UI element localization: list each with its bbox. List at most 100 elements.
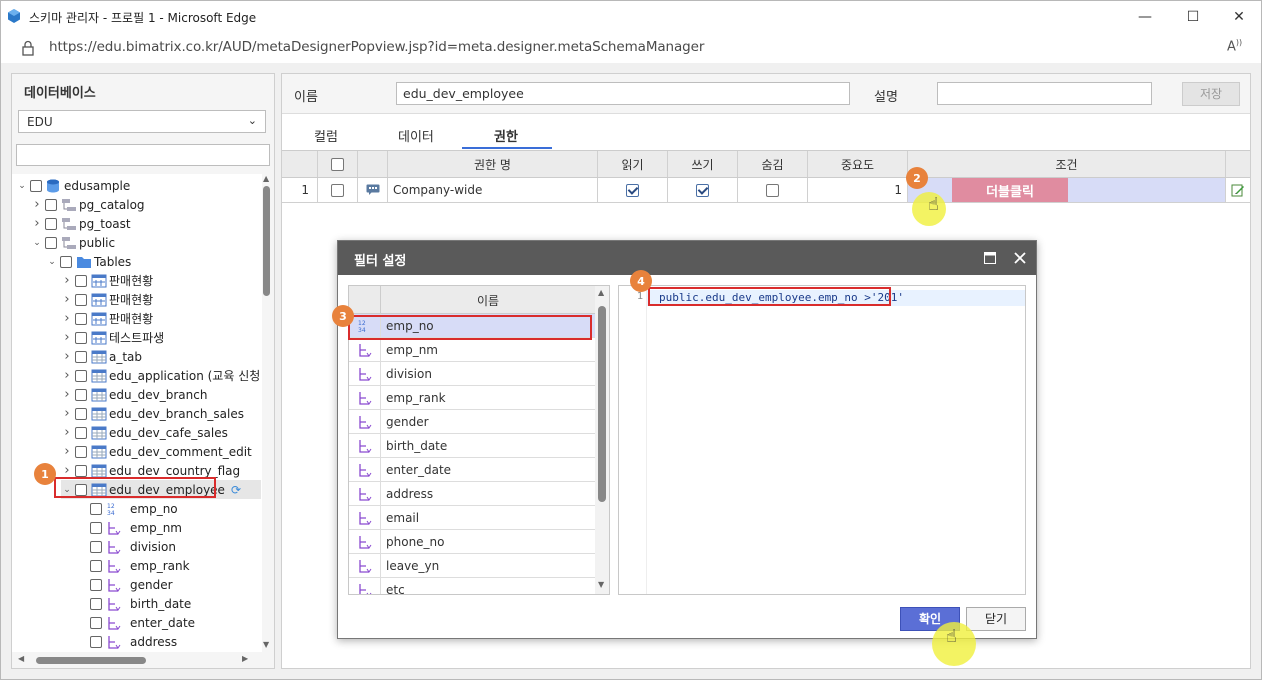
chevron-right-icon[interactable]: ›: [61, 311, 73, 326]
tree-node[interactable]: gender: [76, 575, 173, 594]
tree-node[interactable]: › edu_application (교육 신청: [61, 366, 260, 385]
list-scroll-up[interactable]: ▲: [598, 288, 604, 297]
tree-node[interactable]: emp_nm: [76, 518, 182, 537]
tree-checkbox[interactable]: [75, 293, 87, 306]
chevron-right-icon[interactable]: ›: [61, 387, 73, 402]
tree-checkbox[interactable]: [75, 312, 87, 325]
tree-checkbox[interactable]: [75, 426, 87, 439]
tree-search-input[interactable]: [16, 144, 270, 166]
address-bar[interactable]: https://edu.bimatrix.co.kr/AUD/metaDesig…: [1, 33, 1261, 63]
tree-checkbox[interactable]: [75, 388, 87, 401]
tab-columns[interactable]: 컬럼: [314, 126, 338, 145]
tree-node[interactable]: › edu_dev_cafe_sales: [61, 423, 227, 442]
tree-node[interactable]: › 판매현황: [61, 290, 153, 309]
scroll-up-arrow[interactable]: ▲: [263, 174, 269, 183]
list-scroll-down[interactable]: ▼: [598, 580, 604, 589]
list-scroll-thumb[interactable]: [598, 306, 606, 502]
tree-vertical-scrollbar[interactable]: ▲ ▼: [262, 174, 272, 652]
tree-checkbox[interactable]: [90, 635, 102, 648]
tree-checkbox[interactable]: [90, 502, 102, 515]
tree-node[interactable]: ⌄ Tables: [46, 252, 131, 271]
edit-icon[interactable]: [1231, 183, 1245, 197]
list-item[interactable]: email: [349, 506, 595, 530]
write-checkbox[interactable]: [696, 183, 709, 197]
tree-checkbox[interactable]: [75, 407, 87, 420]
close-icon[interactable]: [1014, 252, 1026, 264]
chevron-down-icon[interactable]: ⌄: [16, 181, 28, 191]
condition-cell[interactable]: 더블클릭: [908, 178, 1226, 202]
list-item[interactable]: birth_date: [349, 434, 595, 458]
hscroll-thumb[interactable]: [36, 657, 146, 664]
tree-node[interactable]: birth_date: [76, 594, 191, 613]
chevron-right-icon[interactable]: ›: [31, 197, 43, 212]
tree-node[interactable]: › pg_toast: [31, 214, 130, 233]
scroll-thumb[interactable]: [263, 186, 270, 296]
tree-checkbox[interactable]: [75, 369, 87, 382]
tree-checkbox[interactable]: [90, 597, 102, 610]
close-button[interactable]: 닫기: [966, 607, 1026, 631]
tree-node[interactable]: 12 34 emp_no: [76, 499, 178, 518]
chevron-right-icon[interactable]: ›: [31, 216, 43, 231]
tree-checkbox[interactable]: [30, 179, 42, 192]
tree-horizontal-scrollbar[interactable]: ◀ ▶: [16, 654, 262, 666]
refresh-icon[interactable]: ⟳: [231, 483, 241, 497]
tree-checkbox[interactable]: [90, 559, 102, 572]
comment-icon[interactable]: [366, 184, 380, 196]
description-input[interactable]: [937, 82, 1152, 105]
tree-node[interactable]: › 판매현황: [61, 309, 153, 328]
hide-checkbox[interactable]: [766, 183, 779, 197]
tree-node[interactable]: › 테스트파생: [61, 328, 164, 347]
filter-editor[interactable]: 1 public.edu_dev_employee.emp_no >'201': [618, 285, 1026, 595]
save-button[interactable]: 저장: [1182, 82, 1240, 106]
tree-node[interactable]: › a_tab: [61, 347, 142, 366]
tree-node[interactable]: › edu_dev_comment_edit: [61, 442, 251, 461]
tree-checkbox[interactable]: [90, 540, 102, 553]
tree-node[interactable]: enter_date: [76, 613, 195, 632]
tree-node[interactable]: division: [76, 537, 176, 556]
tree-checkbox[interactable]: [75, 464, 87, 477]
schema-tree[interactable]: ⌄ edusample › pg_catalog › pg_toast ⌄ public ⌄ Ta…: [12, 174, 262, 652]
close-window-button[interactable]: ✕: [1219, 5, 1259, 29]
tree-checkbox[interactable]: [90, 616, 102, 629]
perm-name-cell[interactable]: Company-wide: [388, 178, 598, 202]
tree-checkbox[interactable]: [45, 198, 57, 211]
chevron-right-icon[interactable]: ›: [61, 463, 73, 478]
list-item[interactable]: enter_date: [349, 458, 595, 482]
list-item[interactable]: gender: [349, 410, 595, 434]
select-all-checkbox[interactable]: [331, 157, 344, 171]
scroll-right-arrow[interactable]: ▶: [242, 654, 248, 663]
tree-node[interactable]: address: [76, 632, 177, 651]
list-item[interactable]: division: [349, 362, 595, 386]
chevron-right-icon[interactable]: ›: [61, 368, 73, 383]
list-scrollbar[interactable]: ▲ ▼: [595, 286, 609, 594]
tree-checkbox[interactable]: [75, 331, 87, 344]
tree-checkbox[interactable]: [75, 274, 87, 287]
chevron-right-icon[interactable]: ›: [61, 330, 73, 345]
tree-checkbox[interactable]: [90, 578, 102, 591]
chevron-right-icon[interactable]: ›: [61, 292, 73, 307]
name-input[interactable]: edu_dev_employee: [396, 82, 850, 105]
maximize-button[interactable]: ☐: [1173, 5, 1213, 29]
priority-cell[interactable]: 1: [808, 178, 908, 202]
minimize-button[interactable]: —: [1125, 5, 1165, 29]
list-item[interactable]: etc: [349, 578, 595, 594]
list-item[interactable]: phone_no: [349, 530, 595, 554]
chevron-down-icon[interactable]: ⌄: [31, 238, 43, 248]
tree-node[interactable]: emp_rank: [76, 556, 190, 575]
chevron-right-icon[interactable]: ›: [61, 273, 73, 288]
tree-node[interactable]: › edu_dev_branch: [61, 385, 207, 404]
tree-checkbox[interactable]: [90, 521, 102, 534]
read-aloud-icon[interactable]: A)): [1227, 38, 1242, 54]
chevron-right-icon[interactable]: ›: [61, 444, 73, 459]
tree-node[interactable]: ⌄ public: [31, 233, 115, 252]
scroll-left-arrow[interactable]: ◀: [18, 654, 24, 663]
tree-node[interactable]: ⌄ edusample: [16, 176, 130, 195]
url-text[interactable]: https://edu.bimatrix.co.kr/AUD/metaDesig…: [49, 39, 704, 55]
list-item[interactable]: emp_nm: [349, 338, 595, 362]
read-checkbox[interactable]: [626, 183, 639, 197]
tree-node[interactable]: › edu_dev_branch_sales: [61, 404, 244, 423]
list-item[interactable]: emp_rank: [349, 386, 595, 410]
tab-data[interactable]: 데이터: [398, 126, 434, 145]
chevron-down-icon[interactable]: ⌄: [46, 257, 58, 267]
tree-checkbox[interactable]: [60, 255, 72, 268]
